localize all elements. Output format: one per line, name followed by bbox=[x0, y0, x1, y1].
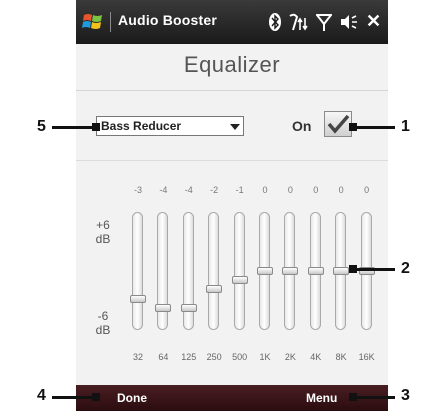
band-gain-value: 0 bbox=[338, 185, 344, 195]
callout-line-1 bbox=[355, 126, 395, 129]
slider-thumb[interactable] bbox=[206, 285, 223, 294]
device-screen: Audio Booster ✕ Equalizer Bass Reducer O… bbox=[76, 0, 388, 411]
title-bar: Audio Booster ✕ bbox=[76, 0, 388, 44]
band-frequency-label: 16K bbox=[358, 352, 375, 362]
callout-number-4: 4 bbox=[37, 387, 46, 404]
band-gain-value: 0 bbox=[262, 185, 268, 195]
title-separator bbox=[110, 12, 111, 32]
callout-dot-1 bbox=[349, 123, 357, 131]
slider-thumb[interactable] bbox=[130, 294, 146, 303]
enable-checkbox[interactable] bbox=[324, 111, 352, 137]
db-min-label: -6 dB bbox=[95, 309, 111, 337]
band-slider-500[interactable]: -1 500 bbox=[230, 185, 250, 370]
preset-dropdown[interactable]: Bass Reducer bbox=[96, 116, 244, 136]
close-icon[interactable]: ✕ bbox=[366, 11, 381, 32]
checkmark-icon bbox=[327, 114, 350, 134]
band-slider-4k[interactable]: 0 4K bbox=[306, 185, 326, 370]
header-divider bbox=[76, 90, 388, 91]
slider-thumb[interactable] bbox=[180, 303, 197, 312]
band-gain-value: 0 bbox=[287, 185, 293, 195]
band-gain-value: -3 bbox=[133, 185, 142, 195]
slider-thumb[interactable] bbox=[282, 267, 299, 275]
signal-strength-icon[interactable] bbox=[316, 12, 332, 32]
band-slider-64[interactable]: -4 64 bbox=[153, 185, 173, 370]
slider-thumb[interactable] bbox=[257, 267, 273, 275]
callout-line-3 bbox=[355, 396, 395, 399]
band-gain-value: -1 bbox=[235, 185, 244, 195]
windows-start-icon[interactable] bbox=[82, 12, 104, 32]
band-slider-32[interactable]: -3 32 bbox=[128, 185, 148, 370]
slider-thumb[interactable] bbox=[231, 276, 248, 285]
band-frequency-label: 4K bbox=[310, 352, 322, 362]
chevron-down-icon bbox=[230, 124, 240, 130]
band-frequency-label: 2K bbox=[284, 352, 296, 362]
band-slider-2k[interactable]: 0 2K bbox=[280, 185, 300, 370]
band-gain-value: -4 bbox=[159, 185, 168, 195]
callout-number-3: 3 bbox=[401, 387, 410, 404]
band-slider-16k[interactable]: 0 16K bbox=[357, 185, 377, 370]
slider-thumb[interactable] bbox=[333, 267, 350, 275]
slider-track bbox=[208, 212, 220, 330]
softkey-bar: Done Menu bbox=[76, 385, 388, 411]
slider-track bbox=[157, 212, 169, 330]
band-frequency-label: 125 bbox=[181, 352, 197, 362]
band-slider-125[interactable]: -4 125 bbox=[179, 185, 199, 370]
enable-label: On bbox=[292, 118, 312, 134]
slider-track bbox=[233, 212, 245, 330]
band-gain-value: 0 bbox=[313, 185, 319, 195]
band-frequency-label: 250 bbox=[206, 352, 222, 362]
volume-icon[interactable] bbox=[339, 12, 359, 32]
equalizer-panel: +6 dB -6 dB -3 32 -4 64 -4 125 -2 250 -1 500 0 1K 0 2… bbox=[76, 185, 388, 370]
data-connection-icon[interactable] bbox=[288, 12, 310, 32]
preset-selected-value: Bass Reducer bbox=[101, 119, 182, 133]
band-gain-value: 0 bbox=[364, 185, 370, 195]
callout-line-4 bbox=[52, 396, 94, 399]
slider-thumb[interactable] bbox=[307, 267, 324, 275]
bluetooth-icon[interactable] bbox=[268, 12, 282, 32]
callout-number-5: 5 bbox=[37, 118, 46, 135]
callout-dot-5 bbox=[92, 123, 100, 131]
band-slider-8k[interactable]: 0 8K bbox=[331, 185, 351, 370]
section-divider bbox=[76, 160, 388, 161]
callout-number-1: 1 bbox=[401, 118, 410, 135]
band-gain-value: -2 bbox=[210, 185, 219, 195]
band-frequency-label: 32 bbox=[132, 352, 143, 362]
callout-number-2: 2 bbox=[401, 260, 410, 277]
callout-line-2 bbox=[355, 268, 395, 271]
band-frequency-label: 500 bbox=[232, 352, 248, 362]
slider-thumb[interactable] bbox=[155, 303, 172, 312]
page-title: Equalizer bbox=[183, 52, 281, 77]
callout-line-5 bbox=[52, 126, 94, 129]
callout-dot-4 bbox=[92, 393, 100, 401]
band-gain-value: -4 bbox=[184, 185, 193, 195]
band-frequency-label: 8K bbox=[335, 352, 347, 362]
app-title: Audio Booster bbox=[118, 12, 218, 28]
db-max-label: +6 dB bbox=[95, 218, 111, 246]
band-slider-250[interactable]: -2 250 bbox=[204, 185, 224, 370]
callout-dot-3 bbox=[349, 393, 357, 401]
band-frequency-label: 1K bbox=[259, 352, 271, 362]
band-frequency-label: 64 bbox=[158, 352, 169, 362]
done-softkey[interactable]: Done bbox=[117, 391, 147, 405]
slider-track bbox=[182, 212, 194, 330]
callout-dot-2 bbox=[349, 265, 357, 273]
menu-softkey[interactable]: Menu bbox=[306, 391, 337, 405]
slider-track bbox=[132, 212, 143, 330]
band-slider-1k[interactable]: 0 1K bbox=[255, 185, 275, 370]
